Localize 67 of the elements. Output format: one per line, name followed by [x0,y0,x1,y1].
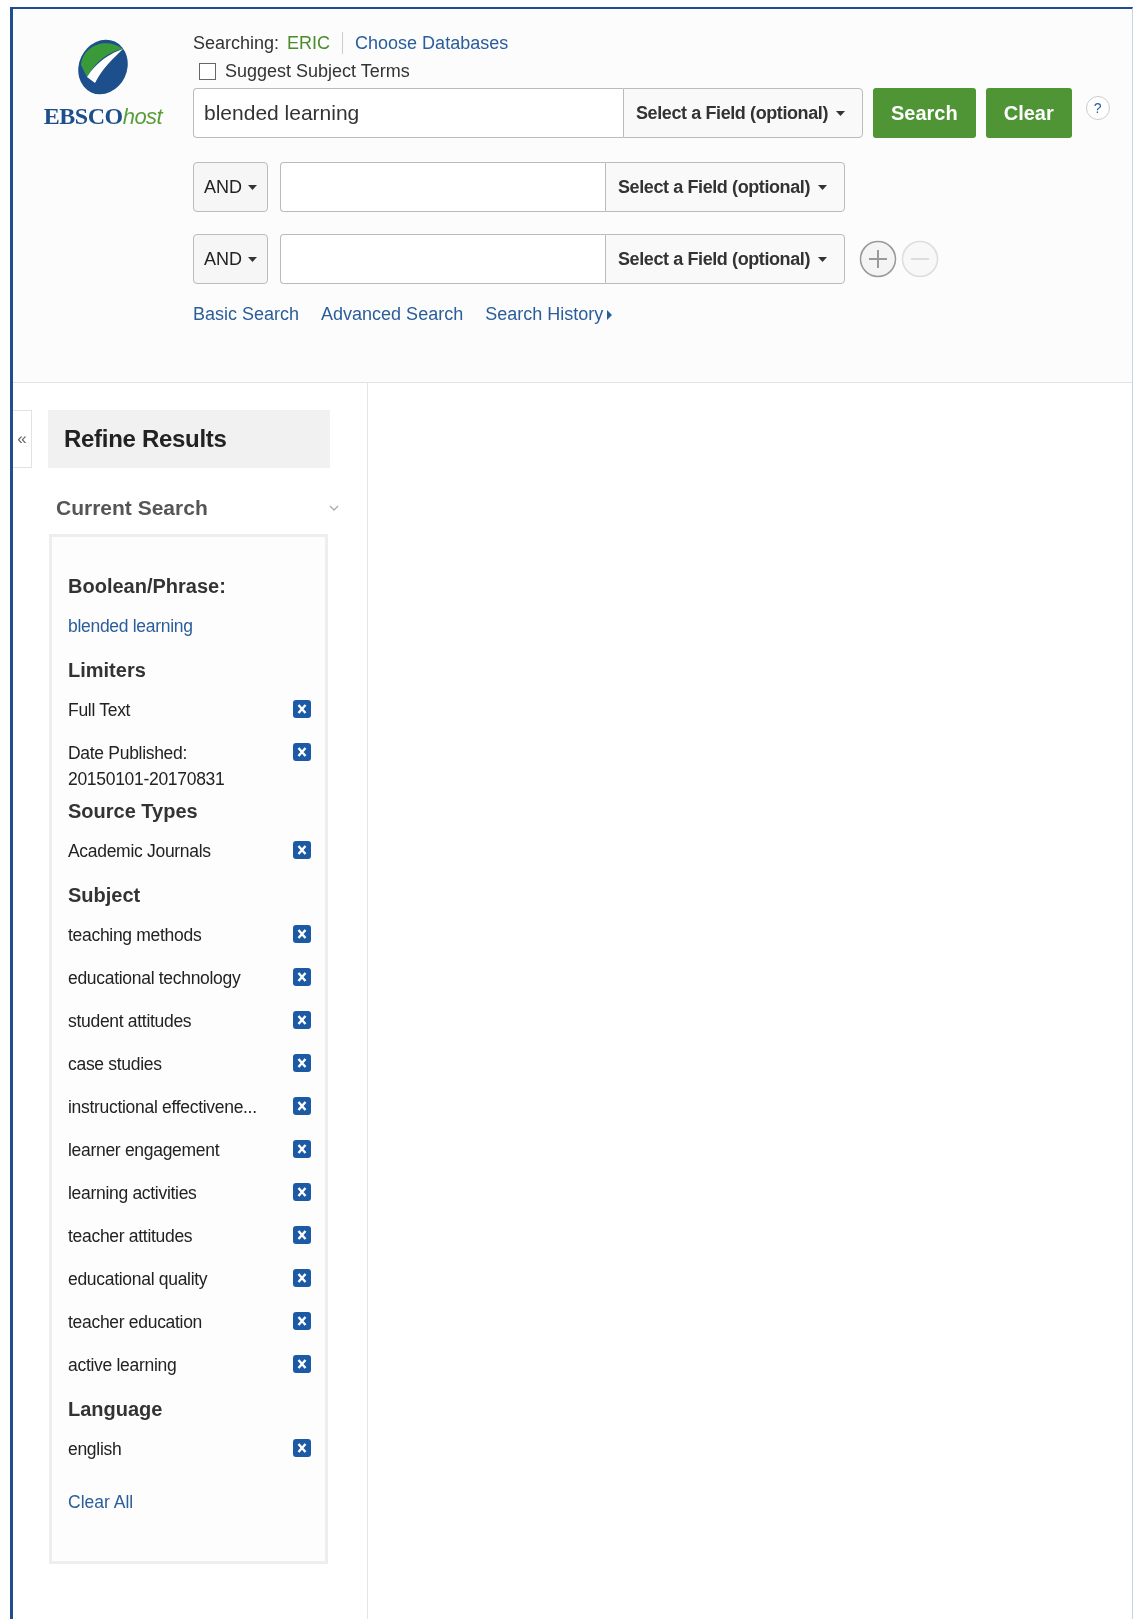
add-row-icon[interactable] [859,240,897,278]
collapse-sidebar-button[interactable]: « [13,410,32,468]
choose-databases-link[interactable]: Choose Databases [355,32,509,54]
remove-icon[interactable] [293,1355,311,1373]
caret-icon [818,256,828,262]
operator-dropdown[interactable]: AND [193,234,268,284]
caret-icon [248,184,257,190]
facet-label: teacher education [68,1311,203,1334]
current-search-heading: Current Search [56,496,208,520]
search-button[interactable]: Search [873,88,976,138]
nav-link[interactable]: Basic Search [193,304,300,325]
remove-icon[interactable] [293,1183,311,1201]
refine-results-header: Refine Results [48,410,330,468]
facet-label: active learning [68,1354,177,1377]
search-input[interactable] [280,234,605,284]
facet-label: teaching methods [68,924,202,947]
remove-icon[interactable] [293,1140,311,1158]
operator-dropdown[interactable]: AND [193,162,268,212]
remove-icon[interactable] [293,1011,311,1029]
facet-heading: Source Types [68,799,199,824]
remove-icon[interactable] [293,1312,311,1330]
field-dropdown[interactable]: Select a Field (optional) [605,234,845,284]
remove-icon[interactable] [293,1439,311,1457]
facet-heading: Subject [68,883,142,908]
remove-icon[interactable] [293,968,311,986]
remove-icon[interactable] [293,700,311,718]
search-history-link[interactable]: Search History [485,304,613,325]
facet-label: Date Published: 20150101-20170831 [68,742,225,791]
remove-icon[interactable] [293,743,311,761]
facet-label: teacher attitudes [68,1225,193,1248]
nav-link[interactable]: Advanced Search [321,304,464,325]
search-input[interactable] [280,162,605,212]
facet-label: learning activities [68,1182,197,1205]
facet-heading: Limiters [68,658,147,683]
caret-icon [248,256,257,262]
triangle-right-icon [607,309,613,320]
help-button[interactable]: ? [1085,96,1110,120]
facet-label: student attitudes [68,1010,192,1033]
facet-label: educational technology [68,967,241,990]
clear-button[interactable]: Clear [985,88,1072,138]
database-name: ERIC [287,32,331,54]
facet-label: Full Text [68,699,131,722]
remove-icon[interactable] [293,1269,311,1287]
facet-label: learner engagement [68,1139,220,1162]
facet-label: educational quality [68,1268,208,1291]
facet-label: english [68,1438,122,1461]
search-input[interactable]: blended learning [193,88,623,138]
remove-icon[interactable] [293,1097,311,1115]
remove-icon[interactable] [293,1054,311,1072]
remove-icon[interactable] [293,925,311,943]
facet-label: case studies [68,1053,162,1076]
facet-heading: Boolean/Phrase: [68,574,227,599]
field-dropdown[interactable]: Select a Field (optional) [623,88,863,138]
facet-heading: Language [68,1397,164,1422]
facet-label: instructional effectivene... [68,1096,257,1119]
caret-icon [818,184,828,190]
searching-label: Searching: [193,32,280,54]
remove-icon[interactable] [293,1226,311,1244]
ebscohost-logo-text: EBSCOhost [43,103,163,130]
facet-label: Academic Journals [68,840,211,863]
search-term-link[interactable]: blended learning [68,613,193,639]
suggest-label: Suggest Subject Terms [225,61,410,82]
field-dropdown[interactable]: Select a Field (optional) [605,162,845,212]
clear-all-link[interactable]: Clear All [68,1492,134,1513]
suggest-checkbox[interactable] [199,63,216,80]
remove-icon[interactable] [293,841,311,859]
caret-icon [836,110,846,116]
